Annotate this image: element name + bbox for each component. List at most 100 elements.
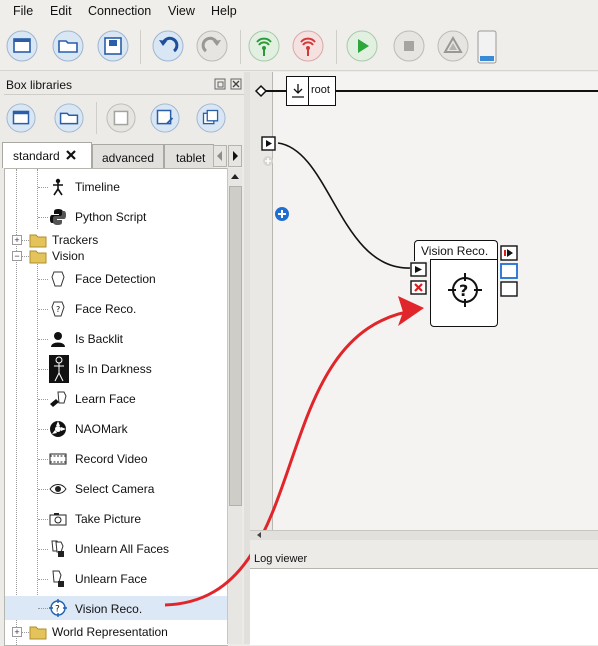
tree-item-naomark[interactable]: NAOMark (5, 418, 228, 440)
tree-item-label: Unlearn Face (75, 572, 148, 586)
python-icon (50, 209, 66, 225)
unlearn-face-icon (52, 570, 64, 587)
redo-icon[interactable] (196, 30, 228, 62)
tab-tablet-label: tablet (176, 151, 206, 165)
tree-item-label: Face Reco. (75, 302, 137, 316)
log-viewer-title: Log viewer (254, 553, 308, 565)
canvas-scroll-left-icon[interactable] (254, 530, 264, 540)
float-panel-icon[interactable] (214, 78, 226, 90)
face-detection-icon (51, 271, 65, 287)
menu-view[interactable]: View (168, 4, 195, 18)
vision-reco-icon: ? (49, 599, 67, 617)
tab-advanced-label: advanced (101, 151, 155, 165)
warning-icon[interactable] (437, 30, 469, 62)
collapse-icon[interactable]: − (12, 251, 22, 261)
tree-item-timeline[interactable]: Timeline (5, 176, 228, 198)
tree-item-record-video[interactable]: Record Video (5, 448, 228, 470)
battery-icon (477, 30, 497, 64)
box-input-ports[interactable] (410, 262, 428, 296)
tree-item-label: Record Video (75, 452, 148, 466)
tree-item-take-picture[interactable]: Take Picture (5, 508, 228, 530)
tree-item-vision-reco[interactable]: ? Vision Reco. (5, 596, 228, 620)
vision-reco-box[interactable]: ? (430, 259, 498, 327)
tree-item-select-camera[interactable]: Select Camera (5, 478, 228, 500)
tree-scrollbar[interactable] (227, 168, 242, 644)
darkness-icon (49, 355, 69, 383)
tree-item-label: Unlearn All Faces (75, 542, 170, 556)
panel-title: Box libraries (6, 78, 73, 92)
learn-face-icon (50, 391, 67, 407)
library-tabs: standard advanced tablet (0, 142, 244, 168)
tree-item-label: Take Picture (75, 512, 142, 526)
close-tab-icon[interactable] (65, 149, 77, 161)
tree-item-world-representation[interactable]: + World Representation (5, 621, 228, 643)
menu-file[interactable]: File (13, 4, 33, 18)
tree-item-unlearn-all-faces[interactable]: Unlearn All Faces (5, 538, 228, 560)
new-library-icon[interactable] (6, 103, 36, 133)
take-picture-icon (49, 513, 67, 526)
save-library-as-icon[interactable] (150, 103, 180, 133)
expand-icon[interactable]: + (12, 235, 22, 245)
tree-item-is-backlit[interactable]: Is Backlit (5, 328, 228, 350)
tree-item-unlearn-face[interactable]: Unlearn Face (5, 568, 228, 590)
stop-icon[interactable] (393, 30, 425, 62)
box-library-tree: Timeline Python Script + Trackers − Visi… (4, 168, 228, 646)
unlearn-all-icon (51, 540, 64, 557)
root-diagram-button[interactable]: root (286, 76, 336, 106)
tree-item-label: Face Detection (75, 272, 156, 286)
vision-reco-box-icon: ? (448, 273, 482, 307)
menu-connection[interactable]: Connection (88, 4, 151, 18)
tab-scroll-left-icon[interactable] (213, 145, 227, 167)
add-input-icon[interactable] (274, 206, 290, 222)
tab-advanced[interactable]: advanced (92, 144, 164, 168)
tab-tablet[interactable]: tablet (164, 144, 214, 168)
expand-icon[interactable]: + (12, 627, 22, 637)
timeline-icon (53, 178, 63, 196)
disconnect-icon[interactable] (292, 30, 324, 62)
svg-text:?: ? (55, 605, 60, 615)
backlit-icon (51, 332, 65, 347)
tree-item-label: Is Backlit (75, 332, 124, 346)
log-viewer-body (250, 568, 598, 645)
open-icon[interactable] (52, 30, 84, 62)
naomark-icon (50, 421, 66, 437)
tree-item-face-detection[interactable]: Face Detection (5, 268, 228, 290)
menu-help[interactable]: Help (211, 4, 237, 18)
tree-item-label: Learn Face (75, 392, 136, 406)
edit-library-icon[interactable] (196, 103, 226, 133)
box-output-ports[interactable] (500, 245, 520, 299)
svg-text:?: ? (56, 305, 60, 314)
tree-item-vision[interactable]: − Vision (5, 245, 228, 267)
select-camera-icon (49, 484, 67, 494)
scroll-up-icon[interactable] (228, 170, 242, 184)
save-library-icon[interactable] (106, 103, 136, 133)
tree-item-label: NAOMark (75, 422, 128, 436)
diagram-onstart-input[interactable] (261, 136, 279, 168)
flow-diagram-canvas[interactable] (250, 72, 598, 540)
new-icon[interactable] (6, 30, 38, 62)
menu-edit[interactable]: Edit (50, 4, 72, 18)
tab-standard-label: standard (13, 149, 60, 163)
tree-item-python-script[interactable]: Python Script (5, 206, 228, 228)
record-video-icon (49, 453, 67, 465)
tree-item-label: Is In Darkness (75, 362, 152, 376)
close-panel-icon[interactable] (230, 78, 242, 90)
folder-icon (29, 250, 47, 264)
breadcrumb-root: root (311, 84, 330, 96)
connect-icon[interactable] (248, 30, 280, 62)
undo-icon[interactable] (152, 30, 184, 62)
save-icon[interactable] (97, 30, 129, 62)
tree-item-is-in-darkness[interactable]: Is In Darkness (5, 355, 228, 383)
tree-item-learn-face[interactable]: Learn Face (5, 388, 228, 410)
box-title-tab: Vision Reco. (414, 240, 498, 261)
enter-diagram-icon (292, 84, 304, 98)
play-icon[interactable] (346, 30, 378, 62)
folder-icon (29, 626, 47, 640)
face-reco-icon: ? (51, 301, 65, 317)
scrollbar-thumb[interactable] (229, 186, 242, 506)
tab-scroll-right-icon[interactable] (228, 145, 242, 167)
open-library-icon[interactable] (54, 103, 84, 133)
tab-standard[interactable]: standard (2, 142, 92, 168)
tree-item-face-reco[interactable]: ? Face Reco. (5, 298, 228, 320)
svg-text:?: ? (459, 281, 468, 300)
